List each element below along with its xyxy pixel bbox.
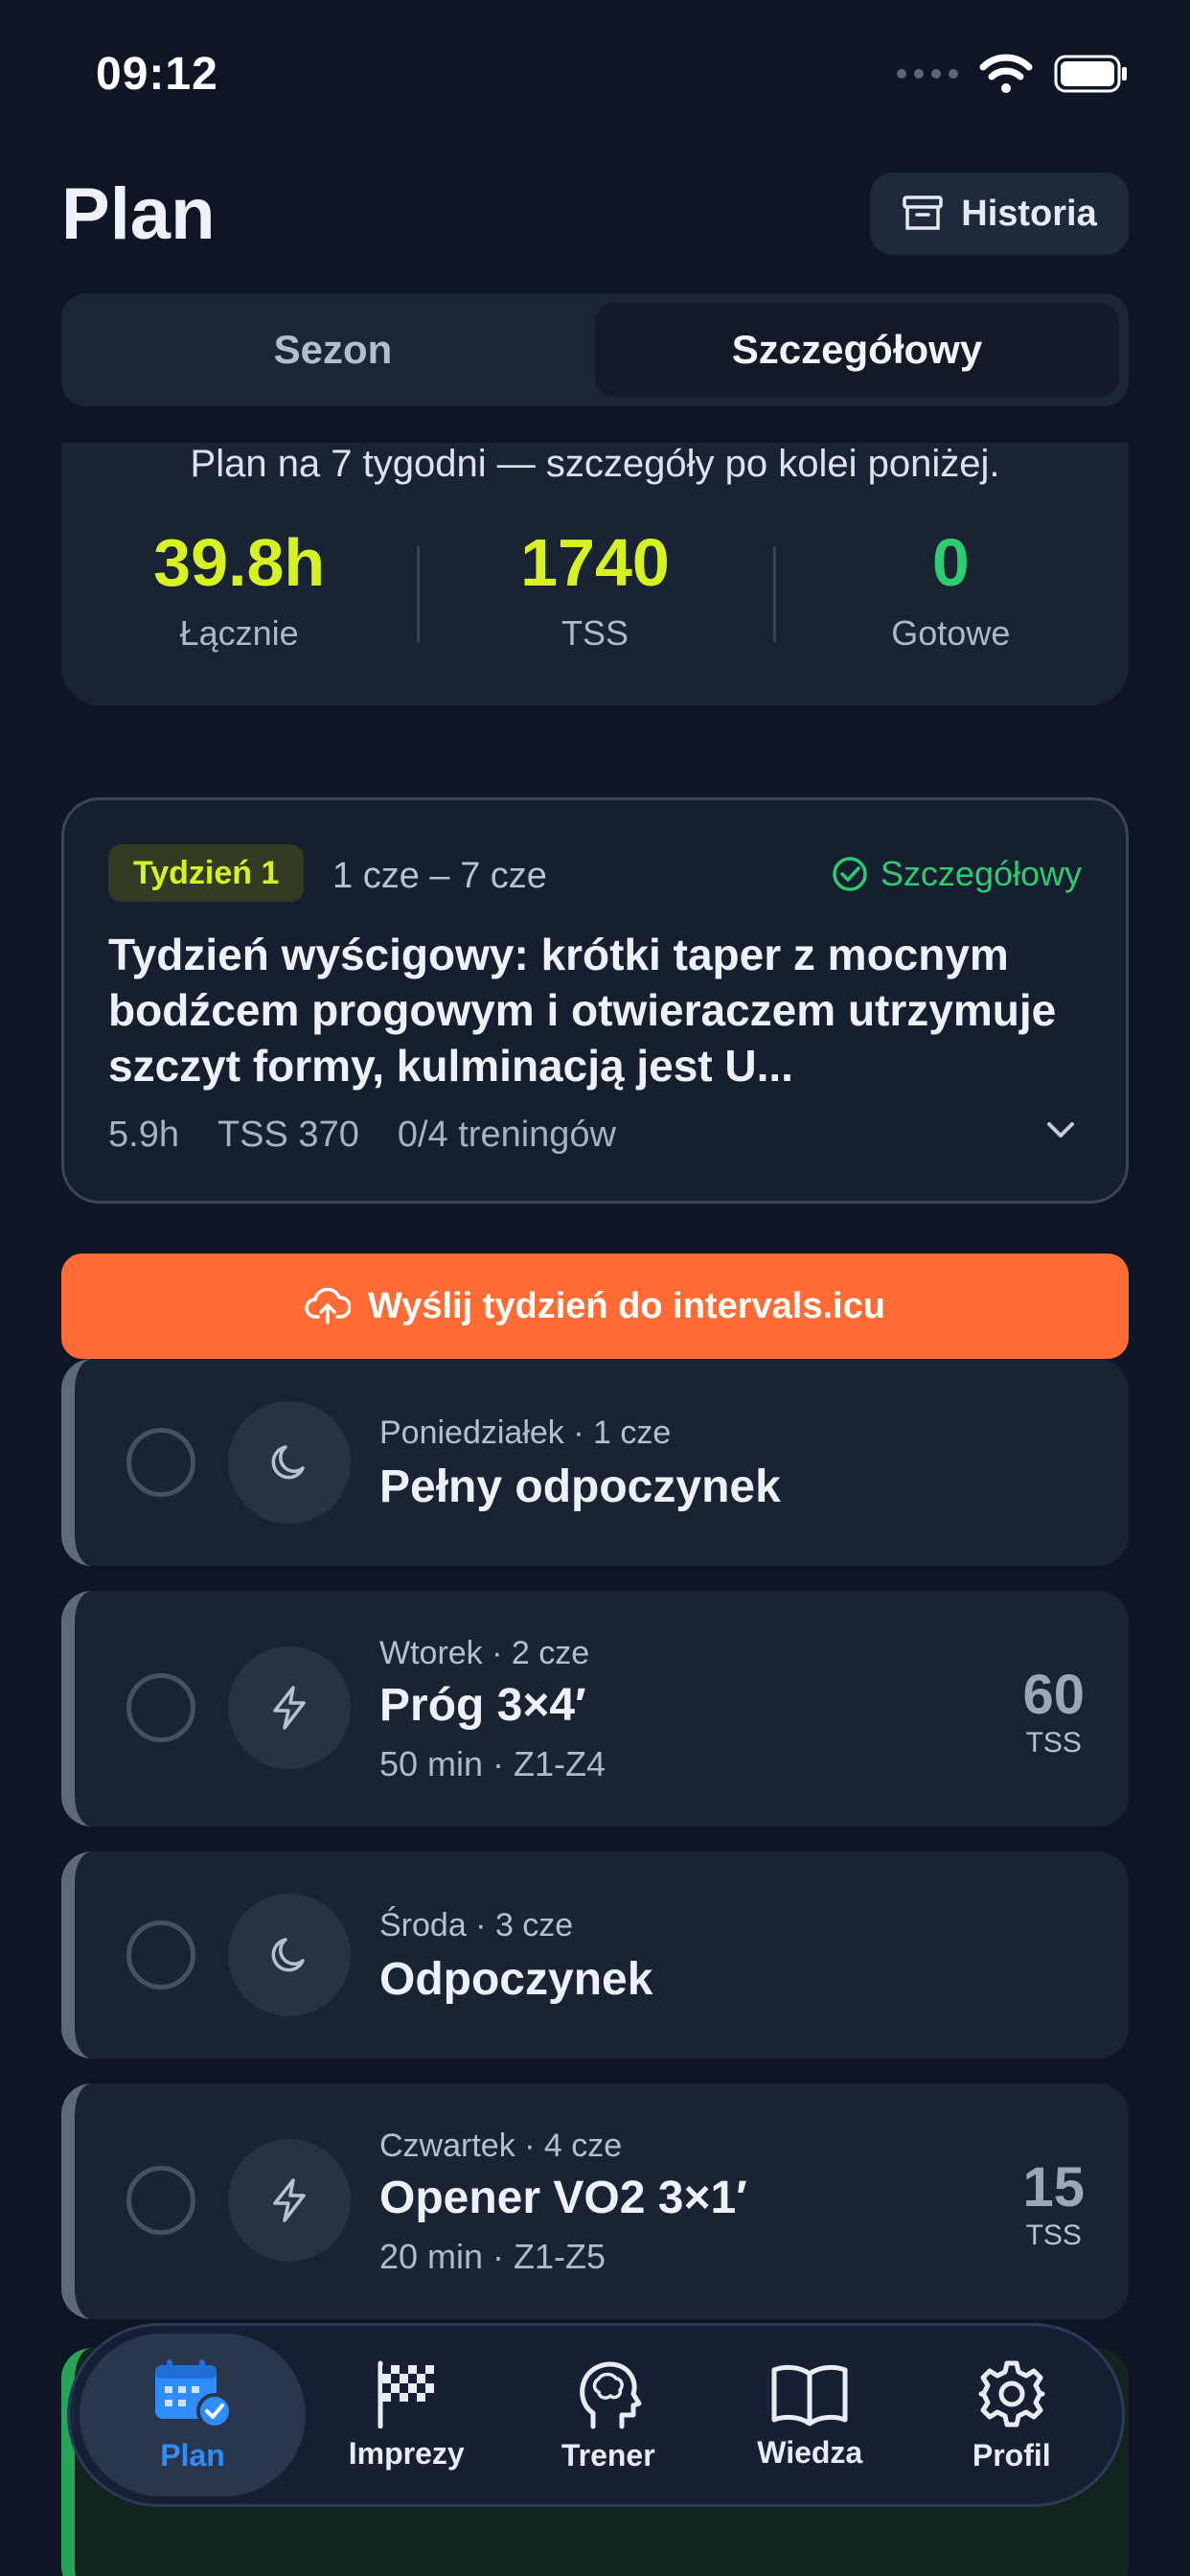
day-tss: 15 TSS	[1022, 2160, 1085, 2252]
moon-icon	[271, 1938, 305, 1972]
cloud-upload-icon	[305, 1287, 352, 1324]
checkered-flag-icon	[378, 2360, 435, 2428]
summary-stats: 39.8h Łącznie 1740 TSS 0 Gotowe	[61, 529, 1129, 654]
week-workouts: 0/4 treningów	[397, 1115, 616, 1155]
page-title: Plan	[61, 173, 216, 255]
summary-text: Plan na 7 tygodni — szczegóły po kolei p…	[190, 443, 1000, 485]
tab-trener-label: Trener	[561, 2437, 655, 2472]
book-icon	[771, 2364, 848, 2426]
tab-bar: Plan Imprezy Trener Wiedza Profil	[67, 2323, 1125, 2507]
stat-done: 0 Gotowe	[772, 525, 1129, 654]
day-subtitle: Czwartek · 4 cze	[379, 2128, 623, 2164]
day-tss-label: TSS	[1025, 2220, 1082, 2251]
day-title: Próg 3×4′	[379, 1680, 586, 1731]
tab-plan[interactable]: Plan	[80, 2334, 306, 2496]
tab-profil[interactable]: Profil	[911, 2334, 1113, 2496]
history-button[interactable]: Historia	[870, 172, 1129, 255]
segmented-control: Sezon Szczegółowy	[61, 293, 1129, 406]
week-card[interactable]: Tydzień 1 1 cze – 7 cze Szczegółowy Tydz…	[61, 797, 1129, 1204]
week-hours: 5.9h	[108, 1115, 179, 1155]
day-icon-wrap	[228, 1894, 351, 2016]
day-checkbox[interactable]	[126, 1673, 195, 1742]
day-meta: 20 min · Z1-Z5	[379, 2237, 606, 2276]
day-subtitle: Wtorek · 2 cze	[379, 1635, 590, 1671]
signal-dots-icon	[897, 69, 958, 79]
stat-tss-value: 1740	[520, 525, 670, 600]
day-icon-wrap	[228, 2139, 351, 2262]
day-tss-label: TSS	[1025, 1727, 1082, 1759]
gear-icon	[978, 2360, 1045, 2426]
chevron-down-icon[interactable]	[1043, 1118, 1078, 1141]
summary-card: Plan na 7 tygodni — szczegóły po kolei p…	[61, 443, 1129, 705]
week-status: Szczegółowy	[831, 854, 1082, 894]
week-dates: 1 cze – 7 cze	[332, 856, 547, 896]
day-title: Pełny odpoczynek	[379, 1461, 781, 1512]
segment-sezon[interactable]: Sezon	[71, 303, 595, 397]
day-checkbox[interactable]	[126, 1428, 195, 1497]
calendar-check-icon	[155, 2358, 233, 2429]
day-card-thursday[interactable]: Czwartek · 4 cze Opener VO2 3×1′ 20 min …	[61, 2083, 1129, 2319]
day-card-monday[interactable]: Poniedziałek · 1 cze Pełny odpoczynek	[61, 1359, 1129, 1566]
check-circle-icon	[833, 857, 867, 891]
stat-done-value: 0	[931, 525, 970, 600]
tab-profil-label: Profil	[972, 2437, 1051, 2472]
day-tss: 60 TSS	[1022, 1668, 1085, 1760]
segment-szczegolowy[interactable]: Szczegółowy	[595, 303, 1119, 397]
day-title: Opener VO2 3×1′	[379, 2173, 747, 2223]
brain-head-icon	[579, 2361, 642, 2428]
upload-week-label: Wyślij tydzień do intervals.icu	[368, 1285, 885, 1326]
week-badge: Tydzień 1	[108, 844, 305, 902]
stat-total-label: Łącznie	[179, 613, 299, 653]
stat-done-label: Gotowe	[891, 613, 1011, 653]
day-icon-wrap	[228, 1401, 351, 1524]
day-card-wednesday[interactable]: Środa · 3 cze Odpoczynek	[61, 1852, 1129, 2058]
day-meta: 50 min · Z1-Z4	[379, 1744, 606, 1783]
battery-icon	[1054, 55, 1127, 93]
week-tss: TSS 370	[217, 1115, 359, 1155]
tab-wiedza[interactable]: Wiedza	[709, 2334, 911, 2496]
day-tss-value: 60	[1022, 1664, 1085, 1726]
archive-icon	[903, 196, 943, 230]
stat-total: 39.8h Łącznie	[61, 529, 417, 654]
day-subtitle: Środa · 3 cze	[379, 1907, 574, 1944]
tab-trener[interactable]: Trener	[508, 2334, 710, 2496]
tab-imprezy-label: Imprezy	[348, 2435, 465, 2471]
day-subtitle: Poniedziałek · 1 cze	[379, 1414, 672, 1451]
tab-plan-label: Plan	[160, 2437, 225, 2472]
wifi-icon	[979, 54, 1033, 93]
day-card-tuesday[interactable]: Wtorek · 2 cze Próg 3×4′ 50 min · Z1-Z4 …	[61, 1591, 1129, 1827]
history-label: Historia	[961, 193, 1097, 234]
week-description: Tydzień wyścigowy: krótki taper z mocnym…	[108, 930, 1057, 1091]
stat-tss-label: TSS	[561, 613, 629, 653]
day-icon-wrap	[228, 1646, 351, 1769]
stat-total-value: 39.8h	[153, 525, 326, 600]
tab-wiedza-label: Wiedza	[757, 2434, 863, 2470]
day-checkbox[interactable]	[126, 2166, 195, 2235]
status-icons	[897, 54, 1129, 94]
moon-icon	[271, 1445, 305, 1480]
tab-imprezy[interactable]: Imprezy	[306, 2334, 508, 2496]
lightning-icon	[273, 1686, 306, 1730]
status-time: 09:12	[96, 49, 218, 100]
stat-tss: 1740 TSS	[417, 529, 772, 654]
day-title: Odpoczynek	[379, 1954, 653, 2005]
week-meta: 5.9h TSS 370 0/4 treningów	[108, 1115, 616, 1156]
day-tss-value: 15	[1022, 2156, 1085, 2219]
lightning-icon	[273, 2178, 306, 2222]
week-status-label: Szczegółowy	[880, 854, 1082, 893]
day-checkbox[interactable]	[126, 1920, 195, 1990]
upload-week-button[interactable]: Wyślij tydzień do intervals.icu	[61, 1254, 1129, 1359]
